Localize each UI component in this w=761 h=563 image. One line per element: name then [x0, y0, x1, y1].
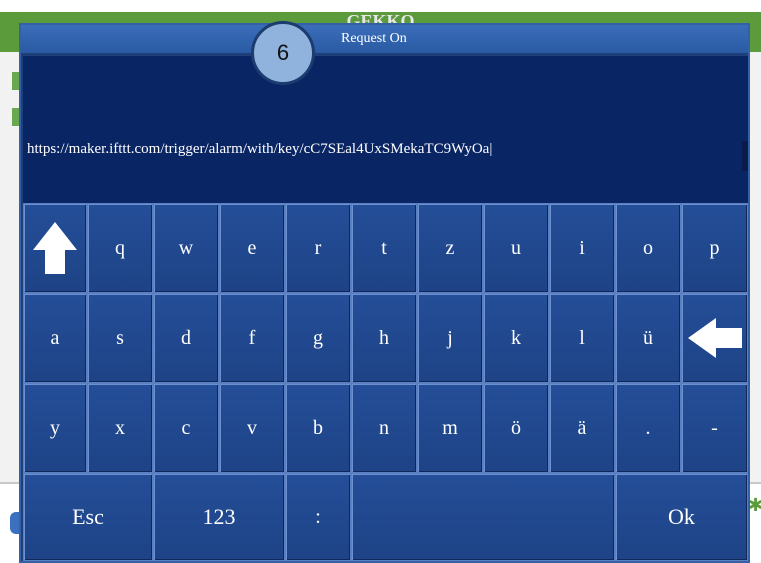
key-z[interactable]: z — [417, 203, 483, 293]
step-number-badge: 6 — [251, 21, 315, 85]
backspace-key[interactable] — [681, 293, 748, 383]
key-n[interactable]: n — [351, 383, 417, 473]
key-hyphen[interactable]: - — [681, 383, 748, 473]
key-r[interactable]: r — [285, 203, 351, 293]
key-u[interactable]: u — [483, 203, 549, 293]
key-t[interactable]: t — [351, 203, 417, 293]
key-y[interactable]: y — [23, 383, 87, 473]
url-scrollbar[interactable] — [742, 141, 748, 171]
key-j[interactable]: j — [417, 293, 483, 383]
key-l[interactable]: l — [549, 293, 615, 383]
key-p[interactable]: p — [681, 203, 748, 293]
key-u-umlaut[interactable]: ü — [615, 293, 681, 383]
key-colon[interactable]: : — [285, 473, 351, 561]
key-d[interactable]: d — [153, 293, 219, 383]
dialog-titlebar: Request On — [21, 25, 748, 53]
esc-button[interactable]: Esc — [23, 473, 153, 561]
on-screen-keyboard: q w e r t z u i o p a s d f g h j k l ü … — [23, 203, 748, 561]
key-b[interactable]: b — [285, 383, 351, 473]
key-g[interactable]: g — [285, 293, 351, 383]
dialog-title: Request On — [341, 31, 407, 46]
key-period[interactable]: . — [615, 383, 681, 473]
key-c[interactable]: c — [153, 383, 219, 473]
key-a[interactable]: a — [23, 293, 87, 383]
key-x[interactable]: x — [87, 383, 153, 473]
shift-up-arrow-icon — [33, 222, 77, 274]
key-f[interactable]: f — [219, 293, 285, 383]
key-v[interactable]: v — [219, 383, 285, 473]
key-o-umlaut[interactable]: ö — [483, 383, 549, 473]
key-q[interactable]: q — [87, 203, 153, 293]
key-k[interactable]: k — [483, 293, 549, 383]
key-i[interactable]: i — [549, 203, 615, 293]
keyboard-dialog: Request On https://maker.ifttt.com/trigg… — [19, 21, 750, 563]
shift-key[interactable] — [23, 203, 87, 293]
key-s[interactable]: s — [87, 293, 153, 383]
ok-button[interactable]: Ok — [615, 473, 748, 561]
key-w[interactable]: w — [153, 203, 219, 293]
url-input-value: https://maker.ifttt.com/trigger/alarm/wi… — [27, 141, 493, 157]
key-h[interactable]: h — [351, 293, 417, 383]
key-o[interactable]: o — [615, 203, 681, 293]
numbers-button[interactable]: 123 — [153, 473, 285, 561]
space-key[interactable] — [351, 473, 615, 561]
key-m[interactable]: m — [417, 383, 483, 473]
backspace-left-arrow-icon — [687, 318, 742, 358]
key-a-umlaut[interactable]: ä — [549, 383, 615, 473]
key-e[interactable]: e — [219, 203, 285, 293]
